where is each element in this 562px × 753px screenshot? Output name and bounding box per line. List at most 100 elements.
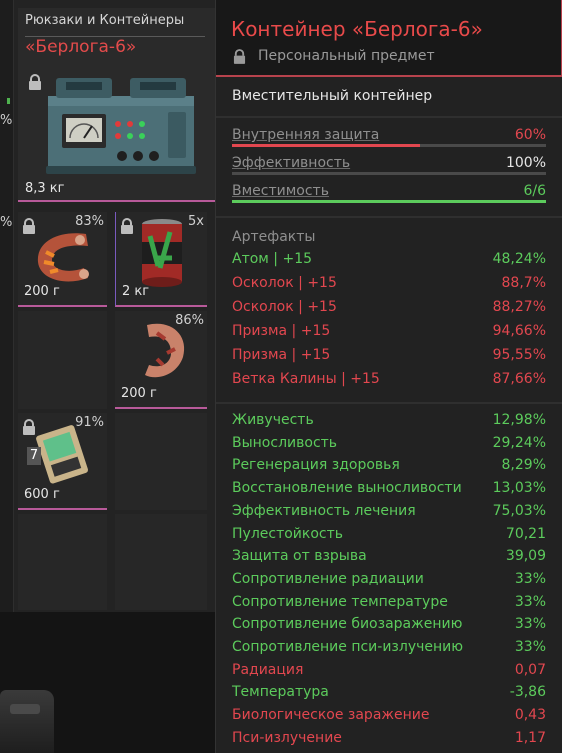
stat-bar [232,172,546,175]
item-weight: 200 г [121,386,157,401]
property-row: Сопротивление биозаражению 33% [232,616,546,638]
container-category: Рюкзаки и Контейнеры [25,13,185,28]
inventory-cell-artifact-pink[interactable]: 86% 200 г [115,311,207,409]
artifact-row: Призма | +15 94,66% [232,323,546,345]
artifact-value: 88,27% [492,299,546,315]
artifact-value: 48,24% [492,251,546,267]
property-name: Радиация [232,661,304,678]
divider [216,216,562,218]
lock-icon [233,49,246,64]
stat-value: 60% [514,127,546,143]
item-type: Вместительный контейнер [232,88,433,104]
property-name: Пси-излучение [232,729,342,746]
property-name: Сопротивление пси-излучению [232,639,464,655]
property-value: 33% [514,570,546,587]
stack-count: 5x [188,214,204,229]
artifact-name: Осколок | +15 [232,299,337,315]
artifact-name: Призма | +15 [232,323,331,339]
inventory-cell-empty[interactable] [18,514,107,610]
divider [216,116,562,118]
property-name: Сопротивление биозаражению [232,616,463,633]
artifact-name: Атом | +15 [232,251,313,267]
property-value: 39,09 [505,548,546,565]
lock-icon [121,218,133,234]
inventory-cell-can[interactable]: 5x 2 кг [115,212,207,307]
artifact-icon [145,323,185,378]
artifact-row: Осколок | +15 88,27% [232,299,546,321]
artifact-row: Атом | +15 48,24% [232,251,546,273]
level-badge: 7 [27,447,41,465]
lock-icon [29,74,41,90]
property-value: 33% [514,639,546,655]
inventory-cell-empty[interactable] [18,311,107,409]
container-name: «Берлога-6» [25,37,137,57]
stat-label: Внутренняя защита [232,127,380,143]
property-name: Защита от взрыва [232,548,367,565]
artifact-row: Ветка Калины | +15 87,66% [232,371,546,393]
tooltip-title: Контейнер «Берлога-6» [231,17,483,41]
edge-marker [7,98,10,104]
property-row: Эффективность лечения 75,03% [232,503,546,525]
inventory-cell-empty[interactable] [115,514,207,610]
stat-bar [232,144,546,147]
stat-bar-fill [232,144,421,147]
divider [216,402,562,404]
property-name: Регенерация здоровья [232,457,400,474]
artifact-name: Ветка Калины | +15 [232,371,380,387]
property-name: Биологическое заражение [232,707,430,724]
artifact-name: Осколок | +15 [232,275,337,291]
property-row: Биологическое заражение 0,43 [232,707,546,729]
inventory-cell-artifact-orange[interactable]: 83% 200 г [18,212,107,307]
property-value: 0,07 [514,661,546,678]
container-box-image [46,78,196,174]
property-value: 13,03% [492,480,546,497]
item-weight: 600 г [24,487,60,502]
stat-label: Вместимость [232,183,329,199]
inventory-edge-strip: % % [0,0,14,612]
edge-percent: % [0,113,13,128]
property-value: 12,98% [492,412,546,428]
property-value: 33% [514,616,546,633]
item-weight: 200 г [24,284,60,299]
property-name: Восстановление выносливости [232,480,462,497]
weapon-partial-image [0,690,54,753]
property-row: Выносливость 29,24% [232,435,546,457]
edge-percent: % [0,215,13,230]
property-row: Сопротивление радиации 33% [232,571,546,593]
property-name: Выносливость [232,434,338,451]
stat-label: Эффективность [232,155,351,171]
property-name: Живучесть [232,412,314,428]
item-tooltip: Контейнер «Берлога-6» Персональный предм… [215,0,562,753]
artifact-value: 88,7% [501,275,546,291]
can-icon [142,219,182,287]
property-row: Регенерация здоровья 8,29% [232,457,546,479]
property-name: Эффективность лечения [232,502,416,519]
inventory-cell-empty[interactable] [115,413,207,510]
property-row: Живучесть 12,98% [232,412,546,434]
tooltip-subtitle: Персональный предмет [258,48,435,64]
stat-efficiency: Эффективность 100% [232,155,546,179]
property-name: Пулестойкость [232,525,344,542]
container-slot[interactable]: Рюкзаки и Контейнеры «Берлога-6» 8,3 кг [18,8,215,202]
stat-internal-protection: Внутренняя защита 60% [232,127,546,151]
artifact-value: 87,66% [492,371,546,387]
property-row: Радиация 0,07 [232,662,546,684]
artifact-value: 95,55% [492,347,546,363]
property-value: 33% [514,593,546,610]
stat-value: 6/6 [523,183,546,199]
property-row: Защита от взрыва 39,09 [232,548,546,570]
property-name: Сопротивление температуре [232,593,448,610]
property-value: 8,29% [501,457,546,474]
property-name: Сопротивление радиации [232,570,424,587]
artifact-name: Призма | +15 [232,347,331,363]
property-value: 0,43 [514,707,546,724]
property-row: Восстановление выносливости 13,03% [232,480,546,502]
stat-value: 100% [505,155,546,171]
artifacts-header: Артефакты [232,229,316,245]
property-row: Температура -3,86 [232,684,546,706]
inventory-cell-device[interactable]: 91% 7 600 г [18,413,107,510]
property-value: 1,17 [514,729,546,746]
stat-capacity: Вместимость 6/6 [232,183,546,207]
item-weight: 2 кг [122,284,150,299]
property-name: Температура [232,684,329,701]
